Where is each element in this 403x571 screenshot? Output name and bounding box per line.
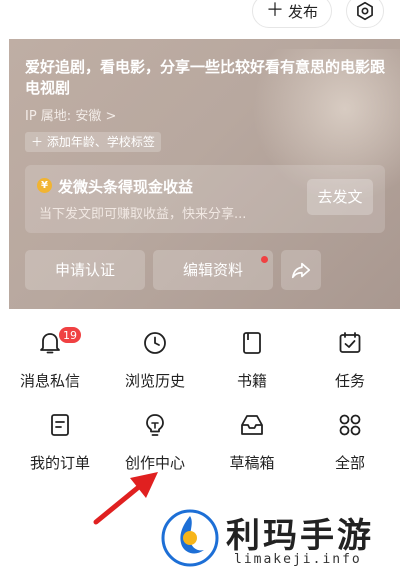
notification-dot <box>261 256 268 263</box>
unread-badge: 19 <box>58 326 82 344</box>
order-list-icon <box>51 414 69 436</box>
grid-item-history[interactable]: 浏览历史 <box>105 322 205 392</box>
settings-hex-icon <box>357 1 373 21</box>
grid-item-all[interactable]: 全部 <box>300 404 400 474</box>
calendar-check-icon <box>339 332 361 353</box>
profile-card: 爱好追剧，看电影，分享一些比较好看有意思的电影跟电视剧 IP 属地: 安徽 > … <box>9 39 400 309</box>
earn-subtitle: 当下发文即可赚取收益，快来分享... <box>39 207 247 222</box>
coin-icon: ¥ <box>37 178 52 193</box>
top-bar: ＋ 发布 <box>0 0 403 34</box>
grid-item-creator-center[interactable]: 创作中心 <box>105 404 205 474</box>
watermark-logo-icon <box>161 509 219 567</box>
clock-icon <box>144 332 166 354</box>
lightbulb-icon <box>146 414 164 436</box>
annotation-arrow <box>93 472 158 525</box>
earn-card[interactable]: ¥ 发微头条得现金收益 当下发文即可赚取收益，快来分享... 去发文 <box>25 165 385 233</box>
settings-button[interactable] <box>346 0 384 28</box>
grid-item-label: 浏览历史 <box>124 372 185 390</box>
watermark: 利玛手游 limakeji.info <box>160 506 400 571</box>
share-arrow-icon <box>291 262 311 279</box>
grid-item-books[interactable]: 书籍 <box>202 322 302 392</box>
grid-item-orders[interactable]: 我的订单 <box>10 404 110 474</box>
grid-item-tasks[interactable]: 任务 <box>300 322 400 392</box>
grid-four-icon <box>339 414 361 436</box>
watermark-title: 利玛手游 <box>226 516 374 556</box>
add-tag-button[interactable]: ＋ 添加年龄、学校标签 <box>25 132 161 152</box>
grid-item-label: 书籍 <box>236 372 267 390</box>
publish-button[interactable]: ＋ 发布 <box>252 0 332 28</box>
earn-title: 发微头条得现金收益 <box>58 178 194 196</box>
share-button[interactable] <box>281 250 321 290</box>
go-post-button[interactable]: 去发文 <box>307 179 373 215</box>
draft-box-icon <box>241 415 263 435</box>
apply-verify-button[interactable]: 申请认证 <box>25 250 145 290</box>
grid-item-label: 任务 <box>334 372 365 390</box>
ip-location[interactable]: IP 属地: 安徽 > <box>25 105 116 124</box>
edit-profile-button[interactable]: 编辑资料 <box>153 250 273 290</box>
grid-item-drafts[interactable]: 草稿箱 <box>202 404 302 474</box>
grid-item-label: 全部 <box>334 454 365 472</box>
plus-icon: ＋ <box>265 0 284 21</box>
grid-item-messages[interactable]: 19 消息私信 <box>0 322 100 392</box>
profile-bio: 爱好追剧，看电影，分享一些比较好看有意思的电影跟电视剧 <box>25 58 386 97</box>
grid-item-label: 消息私信 <box>19 372 80 390</box>
book-icon <box>243 332 261 354</box>
publish-label: 发布 <box>287 2 318 21</box>
grid-item-label: 草稿箱 <box>229 454 275 472</box>
watermark-url: limakeji.info <box>234 552 362 567</box>
